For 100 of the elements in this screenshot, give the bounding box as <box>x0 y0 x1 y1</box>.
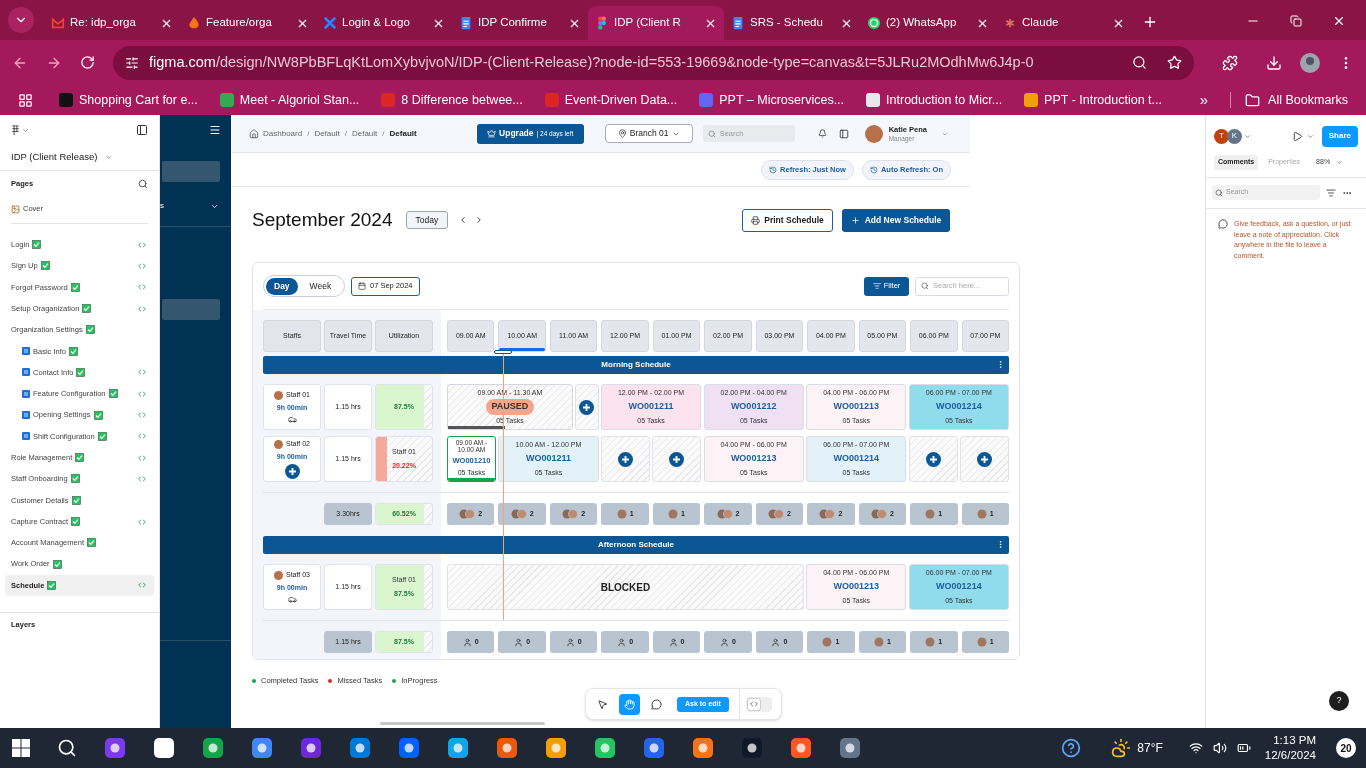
browser-tab[interactable]: (2) WhatsApp <box>860 6 996 40</box>
add-button[interactable] <box>617 451 633 467</box>
app-icon[interactable] <box>300 737 322 759</box>
code-icon <box>138 304 146 313</box>
battery-icon[interactable] <box>1236 741 1251 755</box>
notification-badge[interactable]: 20 <box>1336 738 1356 758</box>
app-icon[interactable] <box>496 737 518 759</box>
browser-tab[interactable]: IDP Confirme <box>452 6 588 40</box>
view-tab[interactable]: Week <box>301 277 340 295</box>
breadcrumb-item[interactable]: Default <box>351 127 378 140</box>
site-settings-icon[interactable] <box>125 55 139 70</box>
bookmark-item[interactable]: PPT - Introduction t... <box>1024 90 1162 110</box>
branch-select[interactable]: Branch 01 <box>604 124 693 143</box>
horizontal-scrollbar[interactable] <box>380 722 545 725</box>
help-icon[interactable] <box>1061 738 1082 758</box>
new-tab-icon[interactable] <box>1142 14 1158 30</box>
app-icon[interactable] <box>692 737 714 759</box>
more-icon[interactable] <box>996 540 1005 549</box>
weather-icon[interactable] <box>1111 738 1132 758</box>
add-button[interactable] <box>284 464 300 479</box>
app-icon[interactable] <box>447 737 469 759</box>
app-icon[interactable] <box>545 737 567 759</box>
breadcrumb-item[interactable]: Default <box>314 127 340 140</box>
add-button[interactable] <box>925 451 941 467</box>
app-icon[interactable] <box>839 737 861 759</box>
breadcrumb-item[interactable]: Dashboard <box>263 127 303 140</box>
bookmark-item[interactable]: Introduction to Micr... <box>866 90 1003 110</box>
volume-icon[interactable] <box>1212 741 1227 755</box>
all-bookmarks-button[interactable]: All Bookmarks <box>1245 90 1348 110</box>
home-icon[interactable] <box>249 128 259 139</box>
download-icon[interactable] <box>1266 54 1282 71</box>
address-bar[interactable]: figma.com/design/NW8PbBFLqKtLomXybvjvoN/IDP-(Client-Release)?node-id=553-19669&node-type=canvas&t=5JLRu2MOdhMw6J4p-0 <box>113 45 1194 80</box>
breadcrumb-item[interactable]: Default <box>389 127 417 140</box>
code-icon <box>138 389 146 398</box>
browser-tab[interactable]: Re: idp_orga <box>44 6 180 40</box>
logo-icon[interactable] <box>11 124 20 136</box>
app-icon[interactable] <box>790 737 812 759</box>
wifi-icon[interactable] <box>1188 741 1203 755</box>
browser-tab[interactable]: SRS - Schedu <box>724 6 860 40</box>
app-icon[interactable] <box>153 737 175 759</box>
reload-icon[interactable] <box>80 55 95 70</box>
collaborator-avatar[interactable]: T <box>1214 128 1229 144</box>
view-tab[interactable]: Day <box>266 277 298 295</box>
bookmark-item[interactable]: Meet - Algoriol Stan... <box>219 90 360 110</box>
close-icon[interactable] <box>1332 14 1346 28</box>
help-button[interactable]: ? <box>1329 691 1349 711</box>
add-button[interactable] <box>977 451 993 467</box>
search-icon <box>921 282 929 290</box>
app-icon[interactable] <box>741 737 763 759</box>
search-icon[interactable] <box>138 179 148 189</box>
weather-temperature[interactable]: 87°F <box>1137 739 1163 757</box>
extensions-icon[interactable] <box>1222 54 1238 71</box>
browser-tab[interactable]: Claude <box>996 6 1132 40</box>
dev-mode-toggle[interactable] <box>745 696 772 712</box>
app-icon[interactable] <box>251 737 273 759</box>
restore-icon[interactable] <box>1290 15 1302 27</box>
add-button[interactable] <box>669 451 685 467</box>
collaborator-avatar[interactable]: K <box>1227 128 1242 144</box>
app-icon[interactable] <box>104 737 126 759</box>
bookmark-star-icon[interactable] <box>1167 55 1182 70</box>
bookmark-item[interactable]: 8 Difference betwee... <box>381 90 523 110</box>
section-icon <box>22 432 30 441</box>
bookmark-item[interactable]: PPT – Microservices... <box>699 90 845 110</box>
browser-tab[interactable]: IDP (Client R <box>588 6 724 40</box>
avatar-pair-icon <box>870 509 887 519</box>
tab-search-button[interactable] <box>8 7 34 33</box>
code-icon <box>138 411 146 419</box>
filter-icon <box>872 282 881 290</box>
code-icon <box>749 700 758 708</box>
tool-button[interactable] <box>619 693 640 715</box>
app-icon[interactable] <box>643 737 665 759</box>
browser-tab[interactable]: Feature/orga <box>180 6 316 40</box>
app-icon[interactable] <box>202 737 224 759</box>
image-icon <box>11 204 20 214</box>
notification-icon[interactable] <box>817 129 827 138</box>
app-icon[interactable] <box>349 737 371 759</box>
apps-icon[interactable] <box>18 92 33 108</box>
clock[interactable]: 1:13 PM 12/6/2024 <box>1264 733 1316 763</box>
browser-tab[interactable]: Login & Logo <box>316 6 452 40</box>
profile-avatar[interactable] <box>1300 52 1320 73</box>
bookmark-item[interactable]: Shopping Cart for e... <box>59 90 198 110</box>
add-schedule-button[interactable]: Add New Schedule <box>842 208 950 232</box>
app-icon[interactable] <box>398 737 420 759</box>
bookmark-item[interactable]: Event-Driven Data... <box>544 90 678 110</box>
layout-icon[interactable] <box>838 128 849 139</box>
print-button[interactable]: Print Schedule <box>742 208 833 232</box>
app-icon[interactable] <box>594 737 616 759</box>
present-icon[interactable] <box>1291 130 1303 142</box>
filter-icon[interactable] <box>1326 187 1336 198</box>
nav-label: s <box>160 200 164 212</box>
zoom-icon[interactable] <box>1132 55 1147 70</box>
more-bookmarks-button[interactable]: » <box>1199 88 1209 112</box>
search-icon[interactable] <box>57 738 77 758</box>
order-number: WO001214 <box>936 400 982 414</box>
windows-icon[interactable] <box>12 739 30 757</box>
more-icon[interactable] <box>996 360 1005 369</box>
panel-toggle-icon[interactable] <box>136 124 148 136</box>
today-button[interactable]: Today <box>405 211 449 229</box>
add-button[interactable] <box>579 399 595 415</box>
user-avatar[interactable] <box>864 124 883 143</box>
